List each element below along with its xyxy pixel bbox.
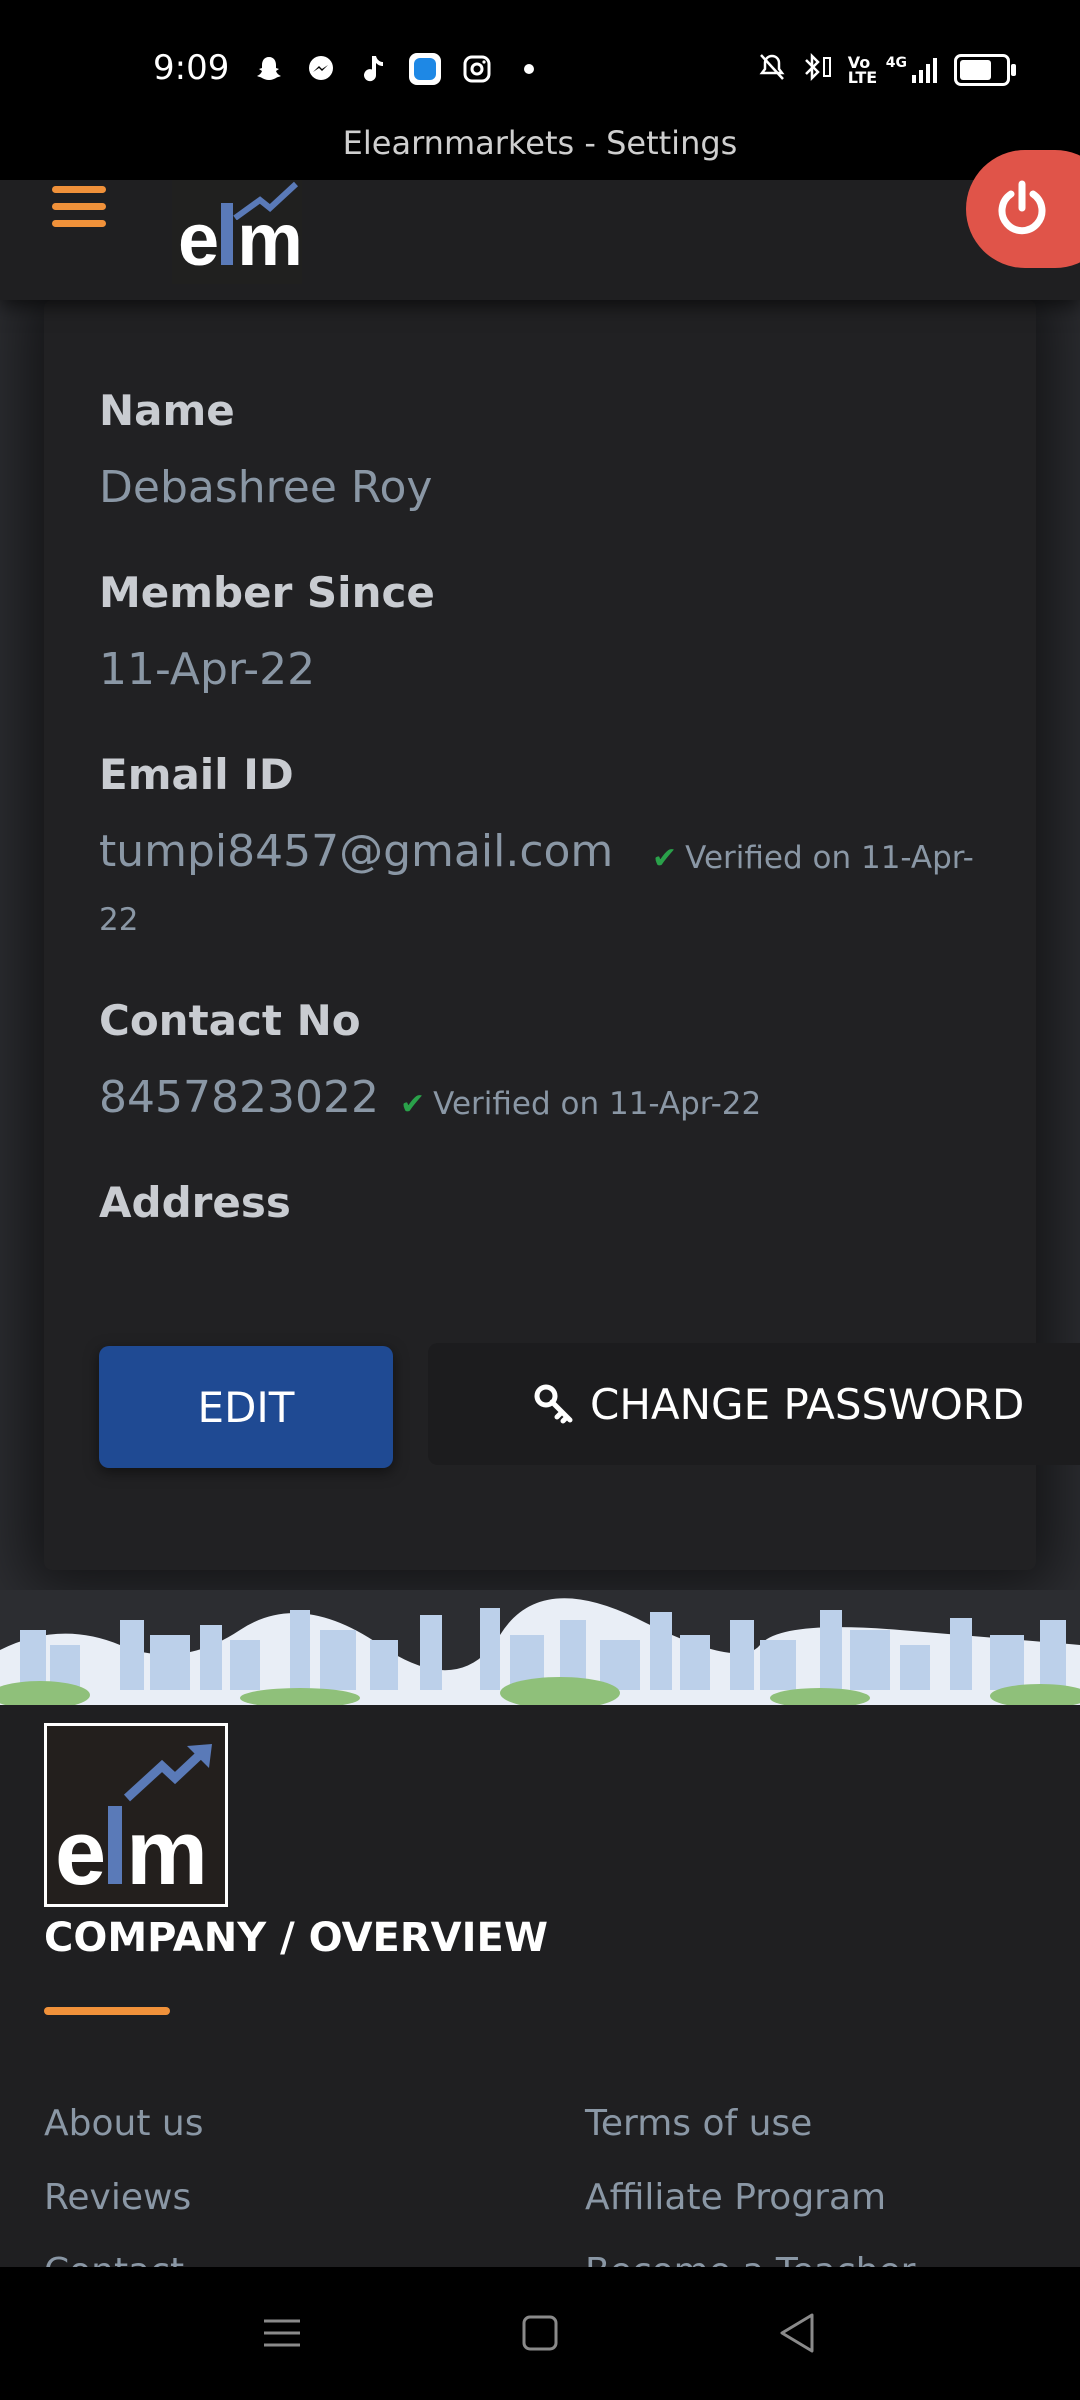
status-time: 9:09 <box>153 48 230 88</box>
battery-icon <box>954 54 1016 86</box>
check-icon: ✔ <box>652 841 678 876</box>
name-value: Debashree Roy <box>99 462 433 513</box>
header-logo[interactable]: em <box>172 180 302 284</box>
header-logo-text: em <box>178 198 302 281</box>
messenger-icon <box>304 52 338 86</box>
bluetooth-icon <box>800 52 834 88</box>
footer: em COMPANY / OVERVIEW About us Reviews C… <box>0 1705 1080 2292</box>
city-skyline-illustration <box>0 1590 1080 1705</box>
check-icon: ✔ <box>400 1087 426 1122</box>
email-verified-text: Verified on 11-Apr- <box>685 840 974 876</box>
recent-apps-button[interactable] <box>252 2307 312 2359</box>
address-label: Address <box>99 1178 291 1227</box>
back-triangle-icon <box>780 2313 814 2353</box>
email-verified-text-cont: 22 <box>99 902 139 938</box>
dot-icon <box>512 52 546 86</box>
key-icon <box>532 1382 576 1426</box>
contact-value: 8457823022 <box>99 1072 379 1123</box>
notification-icons <box>252 52 546 86</box>
snapchat-icon <box>252 52 286 86</box>
contact-label: Contact No <box>99 996 361 1045</box>
change-password-button[interactable]: CHANGE PASSWORD <box>428 1343 1080 1465</box>
footer-heading: COMPANY / OVERVIEW <box>44 1915 548 1961</box>
heading-underline <box>44 2007 170 2015</box>
window-title: Elearnmarkets - Settings <box>342 124 738 162</box>
footer-link-reviews[interactable]: Reviews <box>44 2177 191 2218</box>
footer-link-affiliate[interactable]: Affiliate Program <box>585 2177 886 2218</box>
app-header: em <box>0 150 1080 300</box>
power-icon <box>998 180 1046 235</box>
edit-button[interactable]: EDIT <box>99 1346 393 1468</box>
logo-arrow-icon <box>123 1744 212 1802</box>
footer-logo[interactable]: em <box>44 1723 228 1907</box>
home-button[interactable] <box>510 2307 570 2359</box>
footer-logo-text: em <box>55 1802 208 1904</box>
name-label: Name <box>99 386 235 435</box>
volte-icon: Vo LTE <box>847 53 878 87</box>
contact-verified-badge: ✔ Verified on 11-Apr-22 <box>400 1086 761 1122</box>
mute-icon <box>758 52 786 88</box>
member-since-label: Member Since <box>99 568 435 617</box>
menu-lines-icon <box>264 2319 300 2347</box>
app-icon <box>408 52 442 86</box>
back-button[interactable] <box>768 2307 828 2359</box>
hamburger-icon[interactable] <box>52 186 106 232</box>
system-icons: Vo LTE 4G <box>758 52 1016 88</box>
footer-link-terms[interactable]: Terms of use <box>585 2103 812 2144</box>
change-password-label: CHANGE PASSWORD <box>590 1379 1025 1429</box>
system-navigation-bar <box>0 2267 1080 2400</box>
4g-signal-icon: 4G <box>886 55 940 85</box>
footer-link-about-us[interactable]: About us <box>44 2103 203 2144</box>
instagram-icon <box>460 52 494 86</box>
email-verified-badge: ✔ Verified on 11-Apr- <box>652 840 974 876</box>
music-icon <box>356 52 390 86</box>
member-since-value: 11-Apr-22 <box>99 644 316 695</box>
square-home-icon <box>522 2315 558 2351</box>
logout-power-button[interactable] <box>966 150 1080 268</box>
email-value: tumpi8457@gmail.com <box>99 826 614 877</box>
contact-verified-text: Verified on 11-Apr-22 <box>433 1086 762 1122</box>
email-label: Email ID <box>99 750 294 799</box>
